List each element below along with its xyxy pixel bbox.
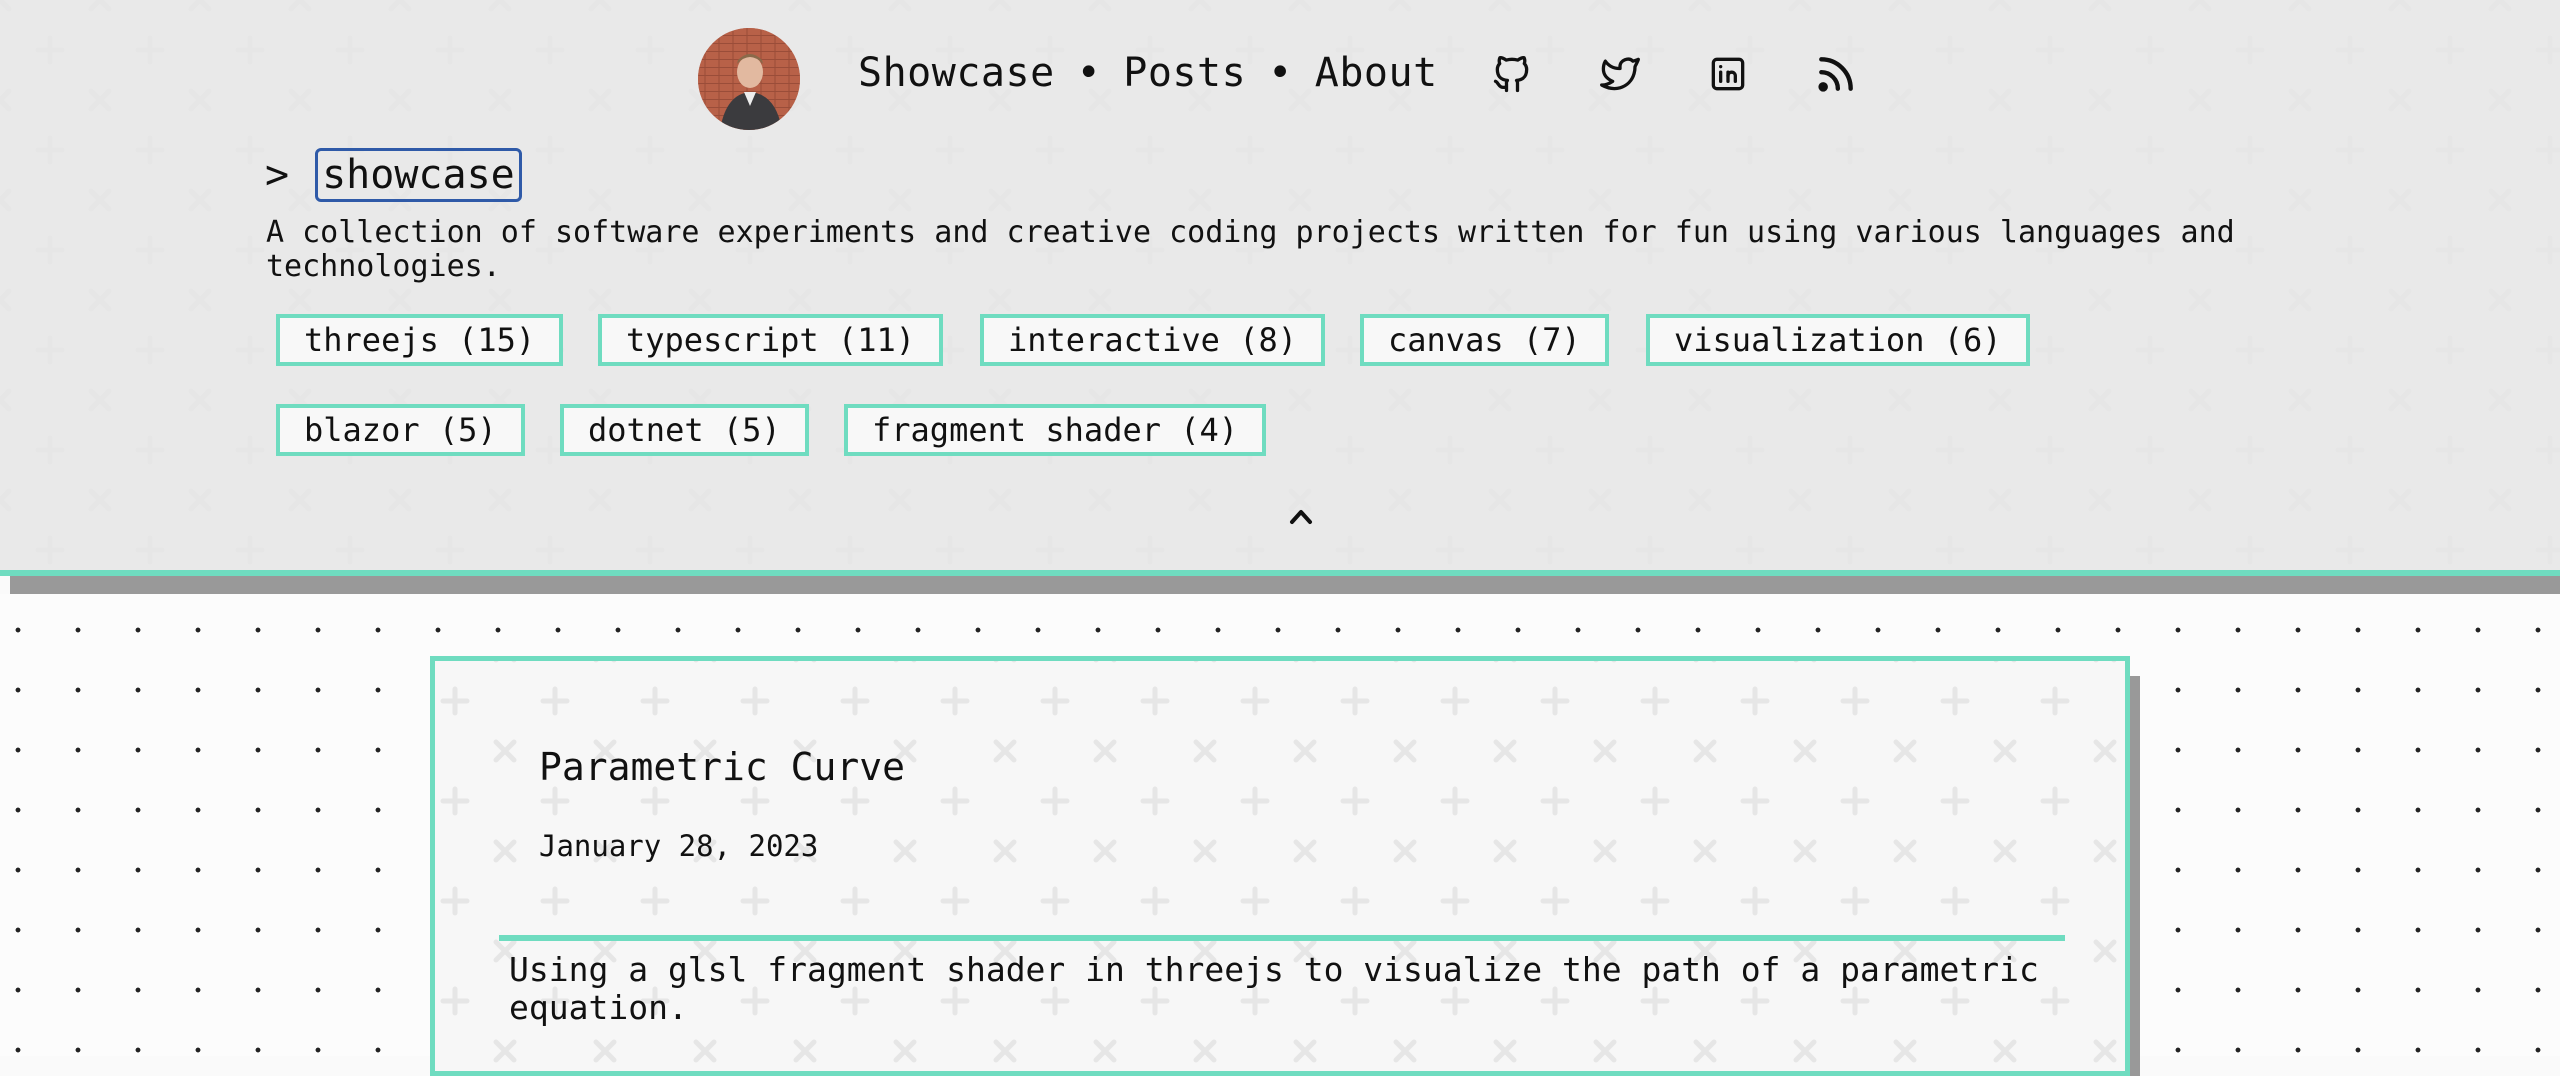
top-nav: Showcase • Posts • About [0, 0, 2560, 150]
post-title[interactable]: Parametric Curve [539, 745, 905, 789]
rss-icon[interactable] [1814, 52, 1858, 96]
tag-canvas[interactable]: canvas (7) [1360, 314, 1609, 366]
page-heading: > showcase [265, 148, 522, 202]
nav-link-about[interactable]: About [1315, 50, 1438, 96]
prompt-symbol: > [265, 152, 290, 198]
section-divider-shadow [10, 576, 2560, 594]
post-date: January 28, 2023 [539, 829, 819, 863]
nav-separator: • [1268, 50, 1293, 96]
chevron-up-icon[interactable] [1284, 500, 1318, 530]
tag-visualization[interactable]: visualization (6) [1646, 314, 2030, 366]
nav-link-showcase[interactable]: Showcase [858, 50, 1055, 96]
post-card[interactable]: Parametric Curve January 28, 2023 Using … [430, 656, 2130, 1076]
twitter-icon[interactable] [1598, 52, 1642, 96]
nav-separator: • [1076, 50, 1102, 96]
post-divider [499, 935, 2065, 941]
linkedin-icon[interactable] [1706, 52, 1750, 96]
tag-typescript[interactable]: typescript (11) [598, 314, 943, 366]
post-description: Using a glsl fragment shader in threejs … [509, 950, 2039, 1027]
nav-links: Showcase • Posts • About [858, 50, 1438, 96]
tag-dotnet[interactable]: dotnet (5) [560, 404, 809, 456]
page-title[interactable]: showcase [315, 148, 522, 202]
avatar[interactable] [698, 28, 800, 130]
tag-interactive[interactable]: interactive (8) [980, 314, 1325, 366]
tag-threejs[interactable]: threejs (15) [276, 314, 564, 366]
page-description: A collection of software experiments and… [266, 215, 2235, 284]
nav-link-posts[interactable]: Posts [1123, 50, 1246, 96]
tag-fragment-shader[interactable]: fragment shader (4) [844, 404, 1267, 456]
github-icon[interactable] [1490, 52, 1534, 96]
tag-blazor[interactable]: blazor (5) [276, 404, 525, 456]
